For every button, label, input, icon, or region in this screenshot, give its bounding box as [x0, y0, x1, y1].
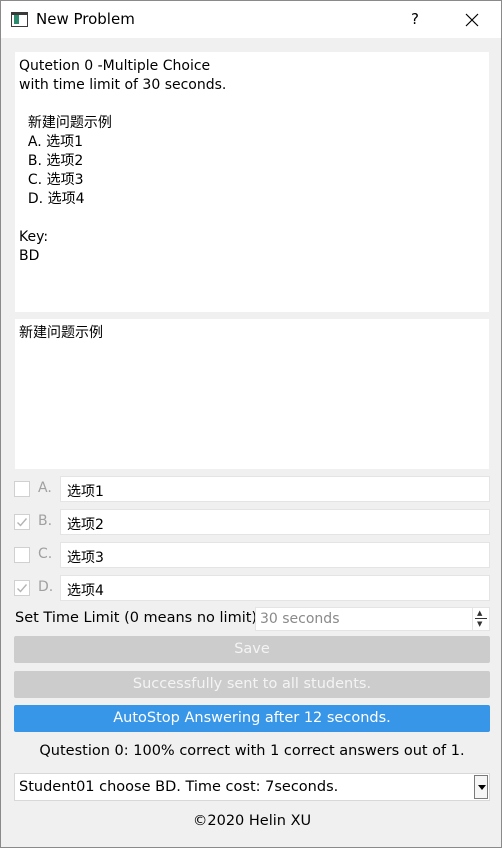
window-title: New Problem	[36, 10, 135, 28]
checkmark-icon	[17, 584, 28, 593]
spin-down-icon[interactable]: ▼	[477, 620, 482, 628]
app-icon	[11, 12, 28, 27]
option-d-input[interactable]: 选项4	[60, 575, 490, 601]
option-row-b: B. 选项2	[14, 509, 490, 536]
title-bar: New Problem ?	[1, 1, 501, 38]
option-b-input[interactable]: 选项2	[60, 509, 490, 535]
option-row-a: A. 选项1	[14, 476, 490, 503]
close-icon	[465, 13, 479, 27]
spin-up-icon[interactable]: ▲	[477, 609, 482, 617]
help-button[interactable]: ?	[405, 5, 425, 33]
checkmark-icon	[17, 518, 28, 527]
send-status-button[interactable]: Successfully sent to all students.	[14, 671, 490, 698]
option-a-checkbox[interactable]	[14, 481, 30, 497]
student-answer-selected: Student01 choose BD. Time cost: 7seconds…	[19, 779, 339, 795]
save-button[interactable]: Save	[14, 636, 490, 663]
chevron-down-icon	[478, 785, 486, 790]
option-b-label: B.	[38, 513, 53, 529]
time-limit-label: Set Time Limit (0 means no limit)	[15, 610, 258, 626]
copyright-footer: ©2020 Helin XU	[192, 813, 312, 829]
question-text-editor[interactable]: 新建问题示例	[14, 318, 490, 470]
new-problem-window: New Problem ? Qutetion 0 -Multiple Choic…	[0, 0, 502, 848]
time-limit-value: 30 seconds	[260, 611, 340, 627]
option-c-checkbox[interactable]	[14, 547, 30, 563]
close-button[interactable]	[457, 5, 487, 33]
option-c-input[interactable]: 选项3	[60, 542, 490, 568]
option-a-label: A.	[38, 480, 52, 496]
dropdown-button[interactable]	[474, 775, 488, 799]
option-d-label: D.	[38, 579, 54, 595]
option-b-checkbox[interactable]	[14, 514, 30, 530]
option-a-input[interactable]: 选项1	[60, 476, 490, 502]
question-preview[interactable]: Qutetion 0 -Multiple Choice with time li…	[14, 51, 490, 313]
option-c-label: C.	[38, 546, 53, 562]
student-answers-combo[interactable]: Student01 choose BD. Time cost: 7seconds…	[14, 773, 490, 801]
autostop-button[interactable]: AutoStop Answering after 12 seconds.	[14, 705, 490, 732]
option-d-checkbox[interactable]	[14, 580, 30, 596]
time-limit-spinbox[interactable]: 30 seconds ▲ ▼	[255, 607, 490, 631]
option-row-d: D. 选项4	[14, 575, 490, 602]
result-status: Qutestion 0: 100% correct with 1 correct…	[39, 743, 465, 759]
spin-arrows[interactable]: ▲ ▼	[472, 608, 489, 630]
option-row-c: C. 选项3	[14, 542, 490, 569]
